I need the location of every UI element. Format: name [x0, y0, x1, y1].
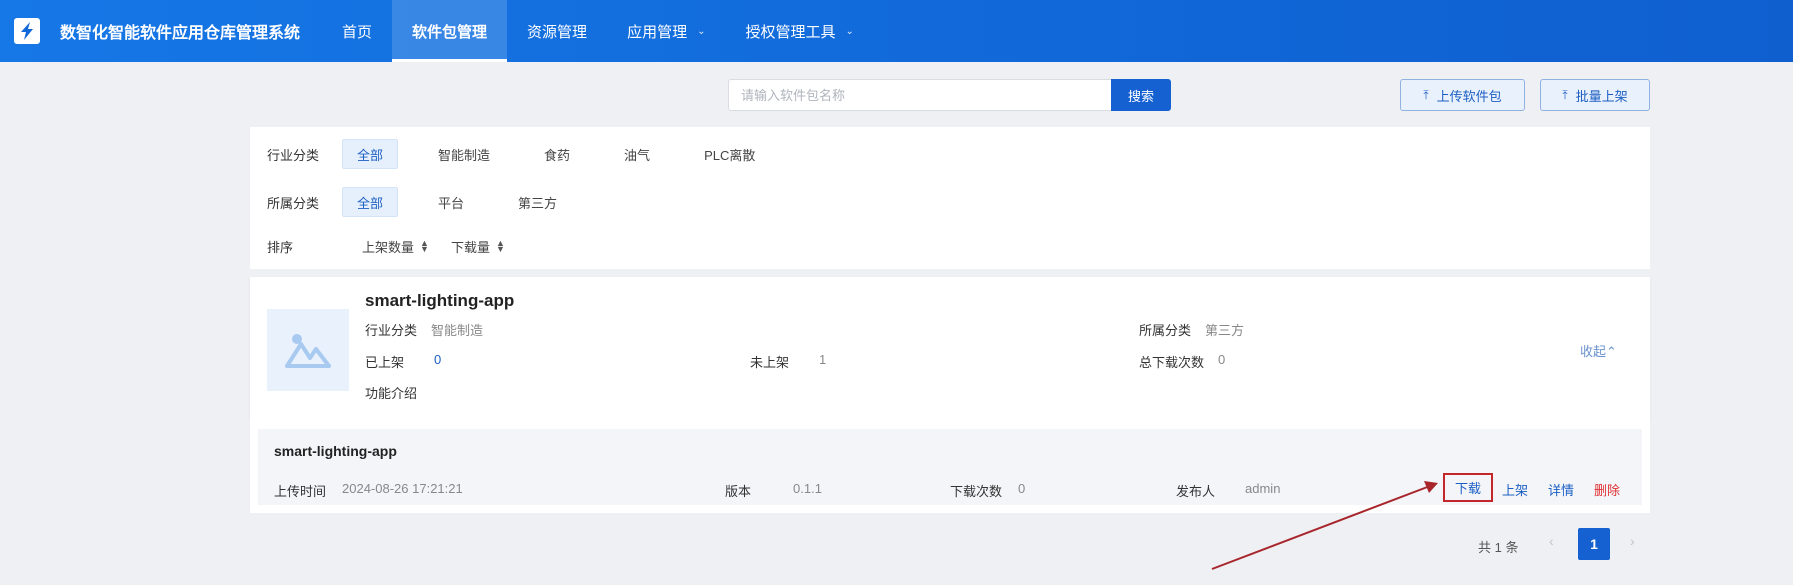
- industry-option-smart-manufacturing[interactable]: 智能制造: [424, 139, 504, 169]
- package-search-input[interactable]: [728, 79, 1111, 111]
- category-filter-label: 所属分类: [267, 195, 320, 211]
- field-value: admin: [1245, 481, 1281, 496]
- sort-label: 排序: [267, 239, 294, 255]
- main-nav: 首页 软件包管理 资源管理 应用管理 ⌄ 授权管理工具 ⌄: [322, 0, 874, 62]
- industry-option-plc-discrete[interactable]: PLC离散: [690, 139, 769, 169]
- version-publisher: 发布人 admin: [1176, 481, 1280, 500]
- industry-filter-row: 行业分类 全部 智能制造 食药 油气 PLC离散: [250, 139, 795, 169]
- sort-row: 排序 上架数量 ▲ ▼ 下载量 ▲ ▼: [250, 231, 527, 261]
- version-downloads: 下载次数 0: [950, 481, 1025, 500]
- field-value: 2024-08-26 17:21:21: [342, 481, 463, 496]
- field-value: 0.1.1: [793, 481, 822, 496]
- sort-icon: ▲ ▼: [495, 238, 505, 254]
- field-label: 总下载次数: [1139, 355, 1205, 370]
- sort-by-listed-count[interactable]: 上架数量 ▲ ▼: [362, 237, 429, 256]
- package-card: smart-lighting-app 行业分类 智能制造 所属分类 第三方 已上…: [250, 277, 1650, 421]
- next-page-icon[interactable]: ›: [1630, 533, 1635, 549]
- nav-item-package-management[interactable]: 软件包管理: [392, 0, 508, 62]
- package-industry: 行业分类 智能制造: [365, 320, 483, 339]
- category-filter-row: 所属分类 全部 平台 第三方: [250, 187, 597, 217]
- package-category: 所属分类 第三方: [1139, 320, 1244, 339]
- chevron-down-icon: ⌄: [845, 25, 854, 37]
- field-label: 已上架: [365, 355, 405, 370]
- field-value: 第三方: [1205, 323, 1245, 338]
- sort-option-label: 下载量: [450, 239, 490, 255]
- batch-button-label: 批量上架: [1575, 88, 1628, 104]
- nav-item-label: 授权管理工具: [745, 23, 836, 41]
- category-option-third-party[interactable]: 第三方: [504, 187, 571, 217]
- prev-page-icon[interactable]: ‹: [1549, 533, 1554, 549]
- version-row: smart-lighting-app 上传时间 2024-08-26 17:21…: [258, 429, 1642, 505]
- nav-item-label: 软件包管理: [412, 23, 488, 41]
- detail-button[interactable]: 详情: [1548, 480, 1574, 499]
- field-value: 0: [1018, 481, 1026, 496]
- upload-icon: ⤒: [1562, 87, 1568, 102]
- list-button[interactable]: 上架: [1502, 480, 1528, 499]
- field-label: 版本: [725, 484, 752, 499]
- chevron-down-icon: ⌄: [697, 25, 706, 37]
- nav-item-label: 应用管理: [627, 23, 688, 41]
- collapse-label: 收起: [1580, 344, 1607, 359]
- batch-list-button[interactable]: ⤒ 批量上架: [1540, 79, 1650, 111]
- field-value: 0: [434, 352, 442, 367]
- version-upload-time: 上传时间 2024-08-26 17:21:21: [274, 481, 463, 500]
- download-button[interactable]: 下载: [1443, 473, 1494, 502]
- field-label: 发布人: [1176, 484, 1216, 499]
- upload-button-label: 上传软件包: [1436, 88, 1502, 104]
- nav-item-resource-management[interactable]: 资源管理: [507, 0, 607, 62]
- filter-panel: 行业分类 全部 智能制造 食药 油气 PLC离散 所属分类 全部 平台 第三方 …: [250, 127, 1650, 269]
- industry-filter-label: 行业分类: [267, 147, 320, 163]
- field-label: 功能介绍: [365, 386, 418, 401]
- package-unlisted: 未上架 1: [750, 352, 826, 371]
- collapse-link[interactable]: 收起⌃: [1580, 341, 1617, 360]
- version-number: 版本 0.1.1: [725, 481, 822, 500]
- package-total-downloads: 总下载次数 0: [1139, 352, 1225, 371]
- package-name: smart-lighting-app: [365, 291, 515, 310]
- upload-icon: ⤒: [1423, 87, 1429, 102]
- nav-item-home[interactable]: 首页: [322, 0, 392, 62]
- industry-option-all[interactable]: 全部: [342, 139, 399, 169]
- field-value: 0: [1218, 352, 1226, 367]
- sort-icon: ▲ ▼: [420, 238, 429, 254]
- delete-button[interactable]: 删除: [1594, 480, 1620, 499]
- field-label: 未上架: [750, 355, 790, 370]
- field-value: 智能制造: [431, 323, 484, 338]
- field-value: 1: [819, 352, 827, 367]
- nav-item-label: 资源管理: [527, 23, 588, 41]
- chevron-up-icon: ⌃: [1606, 344, 1617, 359]
- field-label: 下载次数: [950, 484, 1003, 499]
- nav-item-license-tools[interactable]: 授权管理工具 ⌄: [725, 0, 873, 62]
- nav-item-app-management[interactable]: 应用管理 ⌄: [607, 0, 725, 62]
- page-number-current[interactable]: 1: [1578, 528, 1610, 560]
- app-title: 数智化智能软件应用仓库管理系统: [60, 25, 301, 42]
- version-panel: smart-lighting-app 上传时间 2024-08-26 17:21…: [250, 421, 1650, 513]
- package-intro: 功能介绍: [365, 383, 417, 402]
- search-button[interactable]: 搜索: [1111, 79, 1171, 111]
- upload-package-button[interactable]: ⤒ 上传软件包: [1400, 79, 1525, 111]
- nav-item-label: 首页: [342, 23, 373, 41]
- pagination-total: 共 1 条: [1478, 540, 1519, 555]
- field-label: 所属分类: [1139, 323, 1192, 338]
- package-listed: 已上架 0: [365, 352, 441, 371]
- industry-option-oil-gas[interactable]: 油气: [610, 139, 664, 169]
- app-logo-icon[interactable]: [14, 18, 40, 44]
- sort-option-label: 上架数量: [362, 239, 415, 255]
- category-option-platform[interactable]: 平台: [424, 187, 478, 217]
- top-navigation-bar: 数智化智能软件应用仓库管理系统 首页 软件包管理 资源管理 应用管理 ⌄ 授权管…: [0, 0, 1793, 62]
- sort-by-downloads[interactable]: 下载量 ▲ ▼: [451, 237, 505, 256]
- industry-option-food-pharma[interactable]: 食药: [530, 139, 584, 169]
- image-placeholder-icon: [267, 309, 349, 391]
- category-option-all[interactable]: 全部: [342, 187, 399, 217]
- field-label: 上传时间: [274, 484, 327, 499]
- field-label: 行业分类: [365, 323, 418, 338]
- version-package-name: smart-lighting-app: [274, 443, 397, 459]
